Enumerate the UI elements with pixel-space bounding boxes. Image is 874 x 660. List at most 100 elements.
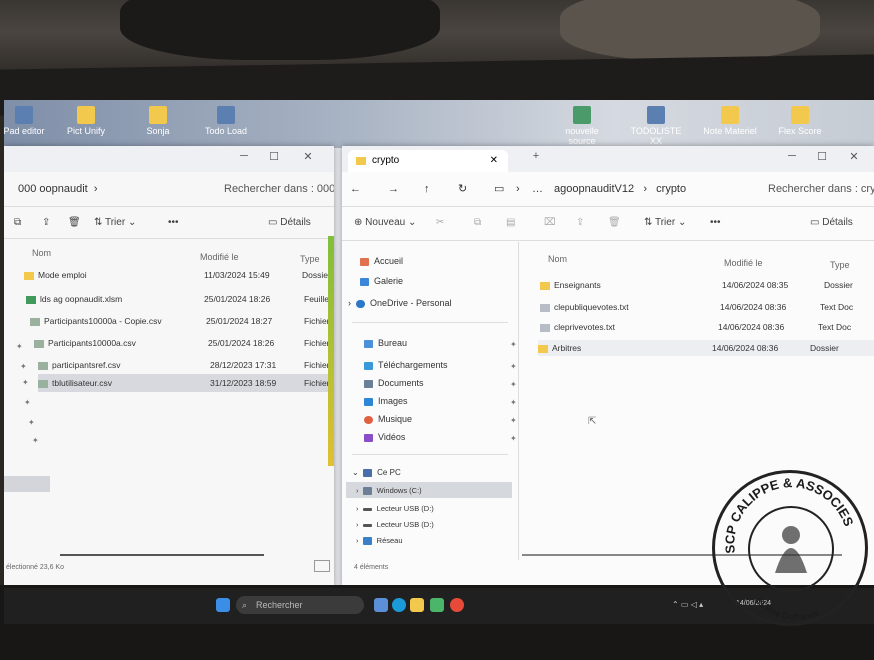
column-header-modified[interactable]: Modifié le: [200, 252, 239, 262]
column-header-modified[interactable]: Modifié le: [724, 258, 763, 268]
file-row-hover[interactable]: Arbitres 14/06/2024 08:36 Dossier: [538, 340, 874, 356]
desktop-icon[interactable]: TODOLISTE XX: [626, 106, 686, 146]
pane-divider: [518, 242, 519, 560]
edge-icon[interactable]: [392, 598, 406, 612]
chevron-right-icon: ›: [356, 520, 363, 529]
delete-icon[interactable]: 🗑: [68, 210, 81, 236]
more-path-icon[interactable]: …: [532, 176, 543, 202]
desktop-icon[interactable]: Pad editor: [4, 106, 54, 136]
start-icon[interactable]: [216, 598, 230, 612]
back-arrow-icon[interactable]: ←: [350, 176, 361, 202]
scrollbar[interactable]: [60, 554, 264, 556]
details-button[interactable]: ▭ Détails: [268, 210, 311, 236]
more-icon[interactable]: •••: [710, 210, 721, 236]
toolbar: ⊕ Nouveau ⌄ ✂ ⧉ ▤ ⌧ ⇪ 🗑 ⇅ Trier ⌄ ••• ▭ …: [350, 210, 870, 236]
divider: [352, 322, 508, 323]
nav-item-home[interactable]: Accueil: [360, 256, 403, 266]
sort-button[interactable]: ⇅ Trier ⌄: [644, 210, 686, 236]
column-header-name[interactable]: Nom: [32, 248, 51, 258]
search-icon: ⌕: [242, 600, 248, 610]
new-button[interactable]: ⊕ Nouveau ⌄: [354, 210, 416, 236]
nav-item-usb-2[interactable]: › Lecteur USB (D:): [356, 520, 434, 529]
copy-icon[interactable]: ⧉: [14, 210, 21, 236]
video-icon: [364, 433, 373, 442]
share-icon[interactable]: ⇪: [576, 210, 584, 236]
nav-item-documents[interactable]: Documents: [364, 378, 424, 388]
chrome-icon[interactable]: [450, 598, 464, 612]
minimize-icon[interactable]: ─: [232, 150, 256, 162]
new-tab-icon[interactable]: +: [524, 150, 548, 162]
toolbar: ⧉ ⇪ 🗑 ⇅ Trier ⌄ ••• ▭ Détails: [10, 210, 330, 236]
titlebar: ─ ☐ ✕: [4, 146, 334, 172]
delete-icon[interactable]: 🗑: [608, 210, 621, 236]
share-icon[interactable]: ⇪: [42, 210, 50, 236]
copy-icon[interactable]: ⧉: [474, 210, 481, 236]
desktop-icon[interactable]: Pict Unify: [56, 106, 116, 136]
file-row-selected[interactable]: tblutilisateur.csv 31/12/2023 18:59 Fich…: [38, 374, 334, 392]
breadcrumb[interactable]: agoopnauditV12 › crypto: [554, 176, 686, 202]
column-header-type[interactable]: Type: [300, 254, 320, 264]
paste-icon[interactable]: ▤: [506, 210, 515, 236]
desktop-icon[interactable]: Sonja: [128, 106, 188, 136]
nav-item-drive-c[interactable]: › Windows (C:): [356, 486, 422, 496]
more-icon[interactable]: •••: [168, 210, 179, 236]
task-view-icon[interactable]: [374, 598, 388, 612]
desktop-icon[interactable]: Note Materiel: [700, 106, 760, 136]
nav-buttons: ← → ↑ ↻ ▭ › …: [350, 176, 543, 202]
search-input[interactable]: Rechercher dans : cryp: [768, 176, 874, 202]
desktop-icon[interactable]: Todo Load: [196, 106, 256, 136]
nav-item-usb[interactable]: › Lecteur USB (D:): [356, 504, 434, 513]
titlebar: crypto ✕ + ─ ☐ ✕: [342, 146, 874, 172]
nav-item-downloads[interactable]: Téléchargements: [364, 360, 448, 370]
breadcrumb[interactable]: 000 oopnaudit ›: [18, 176, 98, 202]
nav-item-gallery[interactable]: Galerie: [360, 276, 403, 286]
folder-icon: [540, 281, 550, 290]
rename-icon[interactable]: ⌧: [544, 210, 556, 236]
app-icon[interactable]: [430, 598, 444, 612]
taskbar-search[interactable]: ⌕ Rechercher: [236, 596, 364, 614]
desktop-icon[interactable]: nouvelle source: [552, 106, 612, 146]
nav-item-onedrive[interactable]: › OneDrive - Personal: [348, 298, 452, 308]
breadcrumb-item[interactable]: crypto: [656, 183, 686, 195]
notary-stamp: SCP CALIPPE & ASSOCIES 81 Rue Dufrance: [712, 470, 868, 626]
nav-item-music[interactable]: Musique: [364, 414, 412, 424]
file-explorer-icon[interactable]: [410, 598, 424, 612]
close-icon[interactable]: ✕: [842, 150, 866, 163]
close-icon[interactable]: ✕: [296, 150, 320, 163]
nav-item-videos[interactable]: Vidéos: [364, 432, 405, 442]
maximize-icon[interactable]: ☐: [810, 150, 834, 163]
up-arrow-icon[interactable]: ↑: [424, 176, 430, 202]
search-input[interactable]: Rechercher dans : 000: [224, 176, 334, 202]
divider: [342, 206, 874, 207]
nav-item-this-pc[interactable]: ⌄ Ce PC: [352, 468, 401, 477]
details-button[interactable]: ▭ Détails: [810, 210, 853, 236]
tab-crypto[interactable]: crypto ✕: [348, 150, 508, 172]
cut-icon[interactable]: ✂: [436, 210, 444, 236]
close-tab-icon[interactable]: ✕: [490, 150, 498, 172]
nav-item-desktop[interactable]: Bureau: [364, 338, 407, 348]
maximize-icon[interactable]: ☐: [262, 150, 286, 163]
pin-icon: ✦: [510, 362, 517, 371]
download-icon: [364, 361, 373, 370]
minimize-icon[interactable]: ─: [780, 150, 804, 162]
usb-drive-icon: [362, 523, 372, 527]
refresh-icon[interactable]: ↻: [458, 176, 467, 202]
nav-item-images[interactable]: Images: [364, 396, 408, 406]
desktop: Pad editor Pict Unify Sonja Todo Load no…: [4, 100, 874, 148]
pin-icon: ✦: [510, 340, 517, 349]
system-tray[interactable]: ⌃ ▭ ◁ ▴: [672, 600, 703, 609]
forward-arrow-icon[interactable]: →: [388, 176, 399, 202]
csv-file-icon: [38, 379, 48, 388]
folder-icon: [24, 271, 34, 280]
column-header-name[interactable]: Nom: [548, 254, 567, 264]
desktop-icon[interactable]: Flex Score: [770, 106, 830, 136]
sort-button[interactable]: ⇅ Trier ⌄: [94, 210, 136, 236]
view-toggle-icon[interactable]: [314, 560, 330, 572]
nav-selected-item[interactable]: [4, 476, 50, 492]
nav-item-network[interactable]: › Réseau: [356, 536, 403, 546]
breadcrumb-item[interactable]: agoopnauditV12: [554, 183, 634, 195]
cloud-icon: [356, 299, 365, 308]
column-header-type[interactable]: Type: [830, 260, 850, 270]
pin-icon: ✦: [28, 418, 35, 427]
folder-icon: [791, 106, 809, 124]
